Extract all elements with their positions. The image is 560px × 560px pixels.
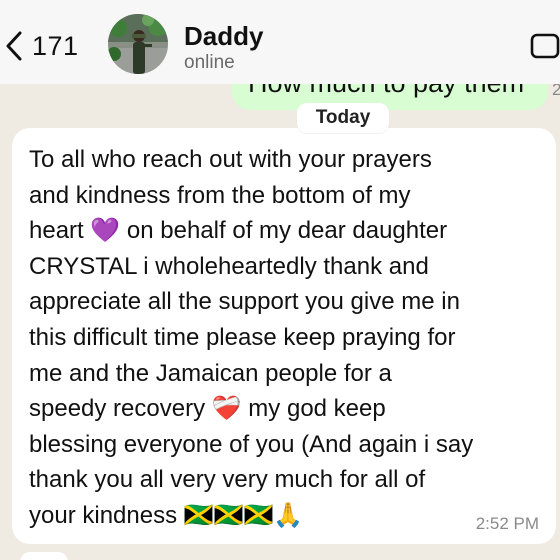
video-call-icon: [530, 33, 560, 59]
avatar[interactable]: [108, 14, 168, 74]
date-divider: Today: [297, 103, 389, 133]
chevron-left-icon: [6, 31, 22, 61]
incoming-message[interactable]: To all who reach out with your prayers a…: [12, 128, 556, 544]
next-message-bubble[interactable]: [20, 552, 68, 560]
unread-count: 171: [32, 30, 79, 61]
contact-name[interactable]: Daddy: [184, 21, 263, 52]
video-call-button[interactable]: [530, 33, 560, 59]
chat-header: 171 Daddy online: [0, 0, 560, 84]
chat-screen: 171 Daddy online 2 Today To all who reac…: [0, 0, 560, 560]
message-time: 2:52 PM: [475, 514, 539, 533]
back-button[interactable]: 171: [6, 28, 79, 64]
contact-status: online: [184, 52, 235, 73]
message-text: To all who reach out with your prayers a…: [29, 146, 474, 529]
